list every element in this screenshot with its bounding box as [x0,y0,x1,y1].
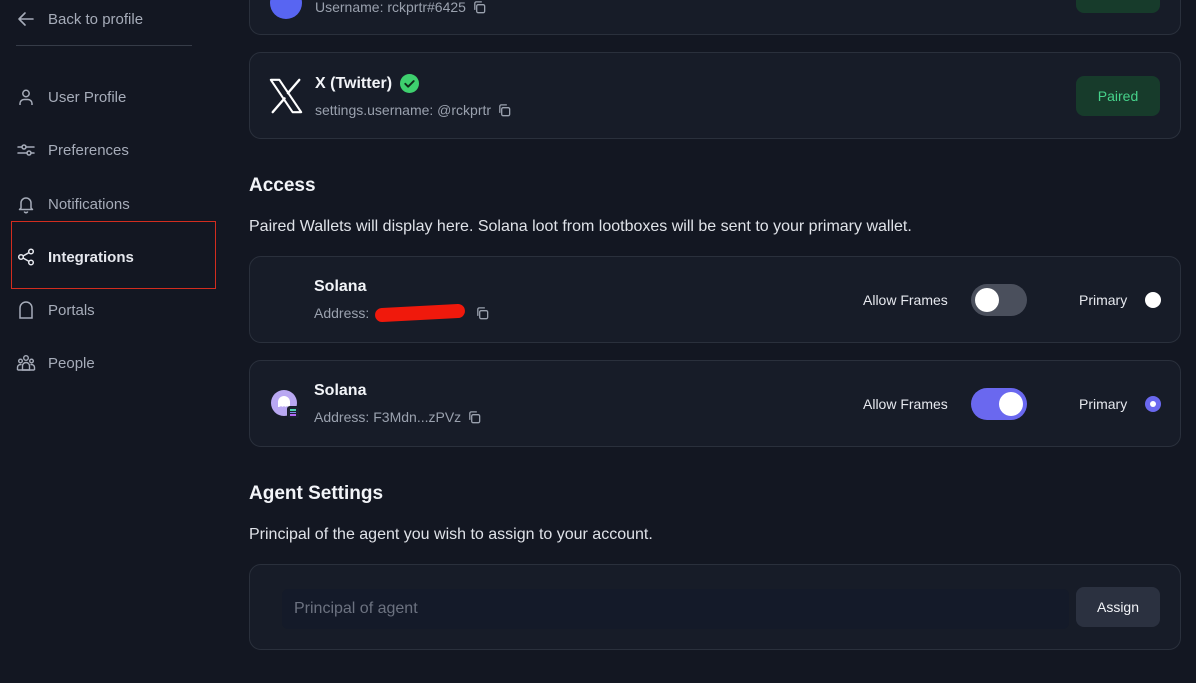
sidebar-item-label: Notifications [48,195,130,213]
redacted-address [374,303,466,323]
toggle-knob [975,288,999,312]
sidebar-item-preferences[interactable]: Preferences [16,138,129,162]
primary-label: Primary [1079,292,1128,308]
copy-icon[interactable] [472,0,487,15]
sidebar-item-notifications[interactable]: Notifications [16,192,130,216]
copy-icon[interactable] [475,306,490,321]
sidebar-item-label: People [48,354,95,372]
sidebar-item-user-profile[interactable]: User Profile [16,85,126,109]
assign-button[interactable]: Assign [1076,587,1160,627]
copy-icon[interactable] [467,410,482,425]
sidebar-item-label: Preferences [48,141,129,159]
sidebar-divider [16,45,192,46]
wallet-avatar [271,390,300,419]
settings-page: Back to profile User Profile Preferences [0,0,1196,683]
agent-settings-card: Assign [249,564,1181,650]
principal-input[interactable] [282,589,1069,629]
x-logo-icon [269,78,303,114]
allow-frames-label: Allow Frames [863,396,948,412]
agent-settings-heading: Agent Settings [249,483,384,504]
twitter-paired-button[interactable]: Paired [1076,76,1160,116]
primary-label: Primary [1079,396,1128,412]
allow-frames-toggle[interactable] [971,284,1027,316]
allow-frames-label: Allow Frames [863,292,948,308]
wallet-card: Solana Address: F3Mdn...zPVz Allow Frame… [249,360,1181,447]
sidebar-item-label: Portals [48,301,95,319]
access-heading: Access [249,175,316,196]
primary-radio[interactable] [1145,292,1161,308]
solana-badge-icon [287,406,300,419]
copy-icon[interactable] [497,103,512,118]
wallet-address: Address: F3Mdn...zPVz [314,409,482,425]
user-icon [19,89,33,105]
verified-check-icon [400,74,420,93]
wallet-address: Address: [314,303,490,323]
discord-status-button[interactable] [1076,0,1160,13]
allow-frames-toggle[interactable] [971,388,1027,420]
sidebar-item-label: User Profile [48,88,127,106]
sidebar-item-portals[interactable]: Portals [16,298,95,322]
twitter-integration-card: X (Twitter) settings.username: @rckprtr … [249,52,1181,139]
sidebar: Back to profile User Profile Preferences [0,0,232,683]
wallet-card: Solana Address: Allow Frames Primary [249,256,1181,343]
twitter-title-row: X (Twitter) [315,74,420,93]
discord-integration-card: Username: rckprtr#6425 [249,0,1181,35]
wallet-name: Solana [314,382,367,399]
back-to-profile-link[interactable]: Back to profile [16,8,143,30]
back-label: Back to profile [48,10,144,28]
sidebar-item-people[interactable]: People [16,351,95,375]
twitter-username: settings.username: @rckprtr [315,102,512,118]
people-icon [16,355,36,371]
annotation-highlight-box [11,221,216,289]
discord-username: Username: rckprtr#6425 [315,0,487,15]
portal-icon [19,301,33,319]
access-description: Paired Wallets will display here. Solana… [249,218,912,235]
twitter-name: X (Twitter) [315,74,393,92]
agent-settings-description: Principal of the agent you wish to assig… [249,526,653,543]
arrow-left-icon [18,12,34,26]
wallet-name: Solana [314,278,367,295]
main-content: Username: rckprtr#6425 X (Twitter) setti… [249,0,1181,683]
discord-avatar-icon [270,0,302,19]
toggle-knob [999,392,1023,416]
bell-icon [18,197,34,214]
primary-radio[interactable] [1145,396,1161,412]
sliders-icon [17,144,35,156]
